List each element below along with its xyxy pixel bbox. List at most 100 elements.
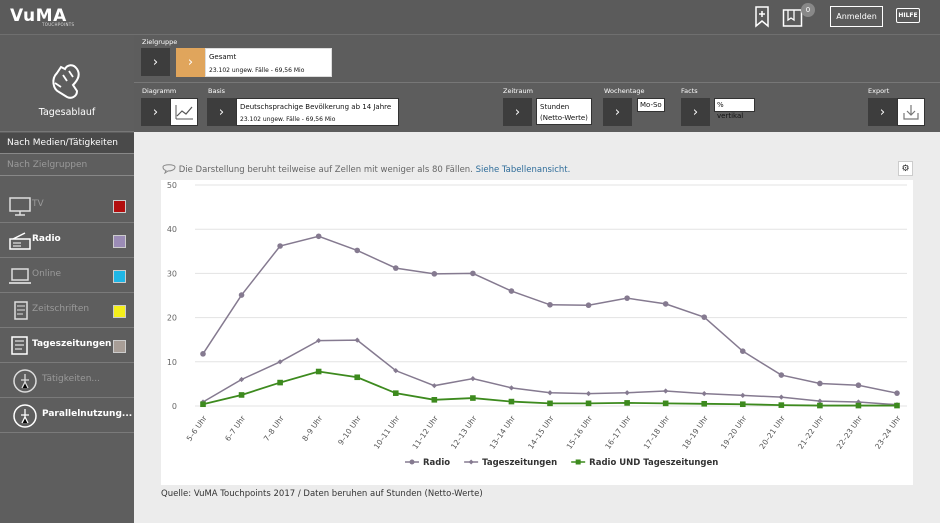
sidebar-item-parallelnutzung[interactable]: Parallelnutzung... bbox=[0, 398, 134, 433]
zielgruppe-arrow-button[interactable]: › bbox=[141, 48, 170, 76]
download-icon bbox=[903, 105, 919, 120]
sidebar: Tagesablauf Nach Medien/Tätigkeiten Nach… bbox=[0, 35, 134, 523]
data-point bbox=[315, 233, 322, 240]
sidebar-item-label: Radio bbox=[32, 234, 61, 244]
facts-value-box[interactable]: % vertikal bbox=[714, 98, 755, 120]
x-tick-label: 19–20 Uhr bbox=[719, 413, 749, 450]
data-point bbox=[508, 385, 515, 391]
zielgruppe-value-box[interactable]: Gesamt 23.102 ungew. Fälle - 69,56 Mio bbox=[205, 48, 332, 77]
daily-routine-icon bbox=[52, 64, 80, 99]
sidebar-item-online[interactable]: Online bbox=[0, 258, 134, 293]
nav-by-target-group[interactable]: Nach Zielgruppen bbox=[0, 155, 134, 176]
color-swatch[interactable] bbox=[113, 270, 126, 283]
x-tick-label: 8–9 Uhr bbox=[300, 413, 325, 443]
data-point bbox=[315, 368, 322, 375]
line-chart-type-button[interactable] bbox=[170, 98, 198, 126]
data-point bbox=[547, 400, 553, 407]
bookmark-add-icon[interactable] bbox=[754, 6, 770, 28]
x-tick-label: 15–16 Uhr bbox=[565, 413, 595, 450]
data-point bbox=[508, 288, 515, 294]
data-point bbox=[470, 395, 476, 401]
basis-arrow-button[interactable]: › bbox=[207, 98, 236, 126]
data-point bbox=[277, 379, 283, 386]
line-chart: 0 10 20 30 40 50 5–6 Uhr 6–7 Uhr 7–8 Uhr 8–9 Uhr 9… bbox=[167, 181, 907, 468]
series-line-0 bbox=[202, 235, 898, 394]
data-point bbox=[624, 400, 630, 406]
notification-count-badge: 0 bbox=[801, 3, 815, 17]
zielgruppe-active-button[interactable]: › bbox=[176, 48, 205, 77]
line-chart-icon bbox=[175, 105, 193, 120]
data-point bbox=[778, 402, 785, 408]
login-button[interactable]: Anmelden bbox=[830, 6, 883, 27]
nav-by-media[interactable]: Nach Medien/Tätigkeiten bbox=[0, 133, 134, 154]
data-point bbox=[894, 390, 900, 396]
data-point bbox=[817, 402, 823, 409]
facts-arrow-button[interactable]: › bbox=[681, 98, 710, 126]
help-button[interactable]: HILFE bbox=[896, 8, 920, 23]
sidebar-item-tv[interactable]: TV bbox=[0, 188, 134, 223]
data-point bbox=[431, 271, 438, 277]
tagesablauf-label: Tagesablauf bbox=[38, 107, 96, 118]
legend-marker bbox=[409, 459, 415, 465]
zeitraum-value-line2: (Netto-Werte) bbox=[540, 114, 588, 122]
wochentage-label: Wochentage bbox=[604, 87, 645, 95]
table-view-link[interactable]: Siehe Tabellenansicht. bbox=[476, 165, 571, 175]
color-swatch[interactable] bbox=[113, 340, 126, 353]
export-download-button[interactable] bbox=[897, 98, 925, 126]
chart-area: 0 10 20 30 40 50 5–6 Uhr 6–7 Uhr 7–8 Uhr 8–9 Uhr 9… bbox=[161, 180, 913, 485]
diagramm-arrow-button[interactable]: › bbox=[141, 98, 170, 126]
y-tick-label: 50 bbox=[167, 181, 177, 190]
zeitraum-arrow-button[interactable]: › bbox=[503, 98, 532, 126]
filter-row-divider bbox=[134, 82, 940, 83]
data-point bbox=[470, 375, 476, 382]
basis-value-box[interactable]: Deutschsprachige Bevölkerung ab 14 Jahre… bbox=[236, 98, 399, 126]
legend-label: Tageszeitungen bbox=[482, 458, 557, 468]
zielgruppe-sub: 23.102 ungew. Fälle - 69,56 Mio bbox=[209, 67, 305, 74]
data-point bbox=[663, 388, 669, 394]
sidebar-item-label: TV bbox=[32, 199, 44, 209]
zeitraum-value-box[interactable]: Stunden (Netto-Werte) bbox=[536, 98, 592, 125]
facts-label: Facts bbox=[681, 87, 698, 95]
x-tick-label: 10–11 Uhr bbox=[372, 413, 402, 450]
color-swatch[interactable] bbox=[113, 305, 126, 318]
export-label: Export bbox=[868, 87, 890, 95]
tv-icon bbox=[9, 197, 31, 216]
data-point bbox=[662, 301, 669, 307]
data-point bbox=[431, 397, 438, 403]
sidebar-item-taetigkeiten[interactable]: Tätigkeiten... bbox=[0, 363, 134, 398]
export-arrow-button[interactable]: › bbox=[868, 98, 897, 126]
series-line-2 bbox=[202, 370, 897, 407]
color-swatch[interactable] bbox=[113, 235, 126, 248]
sidebar-item-zeitschriften[interactable]: Zeitschriften bbox=[0, 293, 134, 328]
sidebar-item-radio[interactable]: Radio bbox=[0, 223, 134, 258]
wochentage-value-box[interactable]: Mo-So bbox=[637, 98, 665, 112]
data-point bbox=[624, 295, 630, 301]
basis-sub: 23.102 ungew. Fälle - 69,56 Mio bbox=[240, 116, 336, 123]
data-point bbox=[200, 401, 206, 408]
color-swatch[interactable] bbox=[113, 200, 126, 213]
data-point bbox=[585, 391, 592, 397]
data-point bbox=[701, 391, 707, 397]
data-point bbox=[585, 302, 592, 309]
data-point bbox=[392, 390, 399, 396]
data-point bbox=[662, 400, 669, 407]
y-tick-label: 40 bbox=[167, 225, 177, 234]
x-tick-label: 23–24 Uhr bbox=[873, 413, 903, 450]
zeitraum-label: Zeitraum bbox=[503, 87, 533, 95]
y-tick-label: 20 bbox=[167, 314, 177, 323]
legend-label: Radio bbox=[423, 458, 450, 468]
data-point bbox=[354, 374, 361, 381]
data-point bbox=[778, 394, 784, 400]
data-point bbox=[624, 390, 630, 396]
laptop-icon bbox=[9, 268, 31, 284]
sidebar-item-tageszeitungen[interactable]: Tageszeitungen bbox=[0, 328, 134, 363]
chart-settings-button[interactable]: ⚙ bbox=[898, 161, 913, 176]
data-point bbox=[200, 351, 206, 357]
basis-label: Basis bbox=[208, 87, 226, 95]
legend-label: Radio UND Tageszeitungen bbox=[589, 458, 718, 468]
x-tick-label: 12–13 Uhr bbox=[449, 413, 479, 450]
sidebar-item-label: Tätigkeiten... bbox=[42, 374, 100, 384]
tagesablauf-panel[interactable]: Tagesablauf bbox=[0, 35, 134, 132]
wochentage-arrow-button[interactable]: › bbox=[603, 98, 632, 126]
x-tick-label: 20–21 Uhr bbox=[757, 413, 787, 450]
